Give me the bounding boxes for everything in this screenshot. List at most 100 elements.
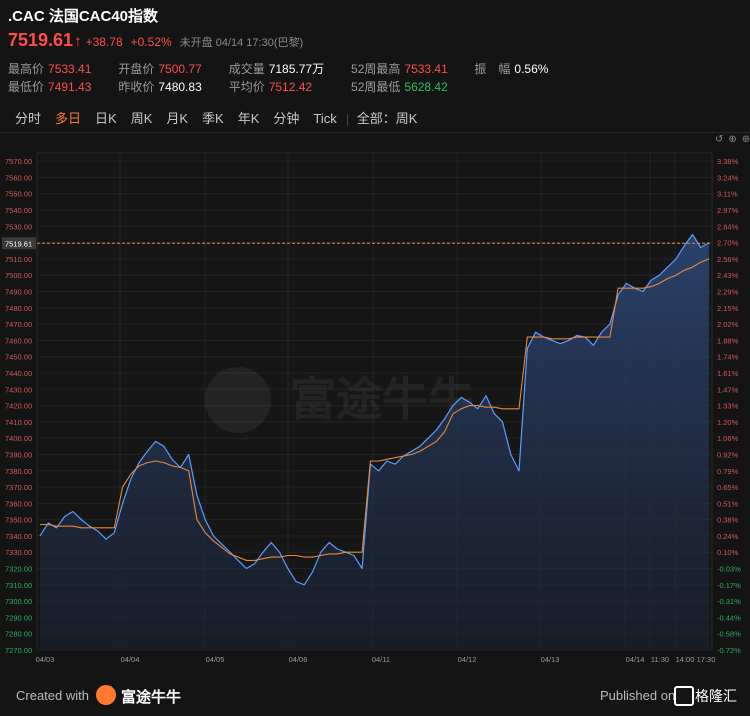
stat-52wk-high-value: 7533.41 xyxy=(404,62,448,76)
x-tick-label: 04/03 xyxy=(36,655,55,664)
quote-header: .CAC 法国CAC40指数 7519.61↑ +38.78 +0.52% 未开盘 0… xyxy=(8,6,742,52)
market-status: 未开盘 04/14 17:30(巴黎) xyxy=(179,37,304,49)
futu-logo-icon xyxy=(96,685,116,705)
price-row: 7519.61↑ +38.78 +0.52% 未开盘 04/14 17:30(巴黎) xyxy=(8,28,742,52)
tab-minute[interactable]: 分钟 xyxy=(266,108,306,130)
stat-amplitude-label: 振 幅 xyxy=(474,62,511,76)
stat-volume: 成交量 7185.77万 xyxy=(229,60,348,78)
pct-tick-label: 2.56% xyxy=(717,255,739,264)
pct-tick-label: 1.33% xyxy=(717,402,739,411)
pct-tick-label: 2.29% xyxy=(717,288,739,297)
y-tick-label: 7320.00 xyxy=(5,565,32,574)
x-tick-label: 04/13 xyxy=(541,655,560,664)
pct-tick-label: 0.92% xyxy=(717,450,739,459)
zoom-in-icon[interactable]: ⊕ xyxy=(742,134,750,145)
x-tick-label: 04/11 xyxy=(372,655,390,664)
y-tick-label: 7370.00 xyxy=(5,483,32,492)
tab-all-dropdown[interactable]: 全部：周K xyxy=(351,108,424,130)
pct-tick-label: -0.44% xyxy=(717,613,741,622)
y-tick-label: 7430.00 xyxy=(5,385,32,394)
tab-tick[interactable]: Tick xyxy=(306,108,343,130)
pct-tick-label: 1.74% xyxy=(717,353,739,362)
tab-weekly-k[interactable]: 周K xyxy=(124,108,160,130)
stat-amplitude-value: 0.56% xyxy=(514,62,549,76)
stat-average-value: 7512.42 xyxy=(268,80,313,94)
stat-low: 最低价 7491.43 xyxy=(8,78,115,96)
gelonghui-logo-icon xyxy=(674,686,694,706)
y-tick-label: 7410.00 xyxy=(5,418,32,427)
crosshair-icon[interactable]: ⊕ xyxy=(728,134,736,145)
stats-row-2: 最低价 7491.43 昨收价 7480.83 平均价 7512.42 52周最低 56… xyxy=(8,78,548,96)
y-tick-label: 7440.00 xyxy=(5,369,32,378)
stat-low-value: 7491.43 xyxy=(48,80,92,94)
stat-high-label: 最高价 xyxy=(8,62,45,76)
x-tick-label: 11:30 xyxy=(651,655,669,664)
stat-52wk-high: 52周最高 7533.41 xyxy=(351,60,471,78)
tab-yearly-k[interactable]: 年K xyxy=(231,108,267,130)
y-tick-label: 7350.00 xyxy=(5,516,32,525)
y-tick-label: 7530.00 xyxy=(5,222,32,231)
tab-divider xyxy=(346,113,348,126)
stat-volume-label: 成交量 xyxy=(228,62,265,76)
stat-open-label: 开盘价 xyxy=(118,62,155,76)
x-tick-label: 04/06 xyxy=(289,655,308,664)
pct-tick-label: 2.84% xyxy=(717,222,739,231)
stat-amplitude: 振 幅 0.56% xyxy=(474,60,548,78)
pct-tick-label: 2.43% xyxy=(717,271,739,280)
tab-daily-k[interactable]: 日K xyxy=(88,108,124,130)
y-tick-label: 7330.00 xyxy=(5,548,32,557)
pct-tick-label: 2.97% xyxy=(717,206,739,215)
y-tick-label: 7470.00 xyxy=(5,320,32,329)
x-tick-label: 14:00 xyxy=(676,655,695,664)
y-tick-label: 7380.00 xyxy=(5,467,32,476)
stat-high-value: 7533.41 xyxy=(48,62,92,76)
y-tick-label: 7360.00 xyxy=(5,499,32,508)
stat-52wk-low: 52周最低 5628.42 xyxy=(351,78,448,96)
y-tick-label: 7450.00 xyxy=(5,353,32,362)
stat-prev-close-value: 7480.83 xyxy=(158,80,202,94)
pct-tick-label: 1.61% xyxy=(717,369,739,378)
pct-tick-label: 1.47% xyxy=(717,385,739,394)
y-tick-label: 7510.00 xyxy=(5,255,32,264)
y-tick-label: 7480.00 xyxy=(5,304,32,313)
y-tick-label: 7300.00 xyxy=(5,597,32,606)
pct-tick-label: 0.51% xyxy=(717,499,739,508)
pct-tick-label: 2.15% xyxy=(717,304,739,313)
x-tick-label: 04/14 xyxy=(626,655,645,664)
pct-tick-label: 3.38% xyxy=(717,157,739,166)
stat-prev-close-label: 昨收价 xyxy=(118,80,155,94)
y-tick-label: 7290.00 xyxy=(5,613,32,622)
stat-low-label: 最低价 xyxy=(8,80,45,94)
y-tick-label: 7570.00 xyxy=(5,157,32,166)
tab-multi-day[interactable]: 多日 xyxy=(48,108,88,130)
y-tick-label: 7490.00 xyxy=(5,288,32,297)
pct-tick-label: 2.02% xyxy=(717,320,739,329)
x-tick-label: 04/12 xyxy=(458,655,477,664)
tab-intraday[interactable]: 分时 xyxy=(8,108,48,130)
current-price-label: 7519.61 xyxy=(5,239,32,248)
stats-row-1: 最高价 7533.41 开盘价 7500.77 成交量 7185.77万 52周最高 7… xyxy=(8,60,548,78)
y-tick-label: 7270.00 xyxy=(5,646,32,655)
pct-tick-label: 1.06% xyxy=(717,434,739,443)
created-with-label: Created with xyxy=(16,688,89,703)
pct-tick-label: 1.20% xyxy=(717,418,739,427)
price-chart[interactable]: 7570.00 3.38% 7560.00 3.24% 7550.00 3.11% 7540… xyxy=(0,145,750,675)
pct-tick-label: 2.70% xyxy=(717,239,739,248)
stat-high: 最高价 7533.41 xyxy=(8,60,115,78)
tab-monthly-k[interactable]: 月K xyxy=(159,108,195,130)
y-tick-label: 7500.00 xyxy=(5,271,32,280)
futu-brand: 富途牛牛 xyxy=(121,689,182,706)
stat-average: 平均价 7512.42 xyxy=(229,78,348,96)
undo-icon[interactable]: ↺ xyxy=(715,134,723,145)
stat-52wk-low-value: 5628.42 xyxy=(404,80,448,94)
pct-tick-label: 0.65% xyxy=(717,483,739,492)
pct-tick-label: 0.38% xyxy=(717,516,739,525)
y-tick-label: 7560.00 xyxy=(5,173,32,182)
y-tick-label: 7550.00 xyxy=(5,190,32,199)
watermark-logo-icon xyxy=(205,367,271,433)
pct-tick-label: -0.58% xyxy=(717,630,741,639)
y-tick-label: 7280.00 xyxy=(5,630,32,639)
pct-tick-label: -0.31% xyxy=(717,597,741,606)
y-tick-label: 7390.00 xyxy=(5,450,32,459)
tab-quarterly-k[interactable]: 季K xyxy=(195,108,231,130)
